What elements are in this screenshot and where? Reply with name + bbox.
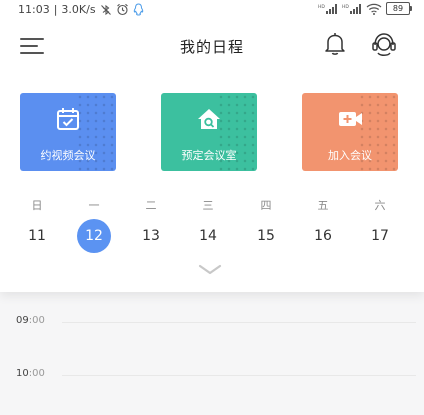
status-bar: 11:03 | 3.0K/s HD HD 89: [0, 0, 424, 20]
qq-icon: [133, 3, 143, 16]
status-left: 11:03 | 3.0K/s: [18, 3, 144, 16]
date-cell[interactable]: 12: [77, 219, 111, 253]
chevron-down-icon[interactable]: [197, 263, 223, 277]
date-cell[interactable]: 14: [191, 219, 225, 253]
date-cell[interactable]: 11: [20, 219, 54, 253]
time-divider: [62, 375, 416, 376]
video-add-icon: [339, 112, 362, 126]
book-room-button[interactable]: 预定会议室: [161, 93, 257, 171]
signal-icon: HD: [318, 3, 337, 14]
status-separator: |: [53, 3, 58, 16]
video-meeting-button[interactable]: 约视频会议: [20, 93, 116, 171]
weekday-label: 一: [88, 199, 100, 212]
svg-text:HD: HD: [342, 4, 349, 10]
schedule-top-card: 11:03 | 3.0K/s HD HD 89 我的日程 约视频会议 预定会议室…: [0, 0, 424, 292]
battery-level: 89: [392, 4, 404, 13]
time-hour: 09: [16, 315, 29, 326]
tile-label: 预定会议室: [181, 149, 237, 162]
join-meeting-button[interactable]: 加入会议: [302, 93, 398, 171]
time-minutes: :00: [28, 368, 45, 379]
weekday-label: 六: [374, 199, 386, 212]
calendar-check-icon: [57, 108, 79, 130]
time-hour: 10: [16, 368, 29, 379]
date-cell[interactable]: 15: [249, 219, 283, 253]
time-divider: [62, 322, 416, 323]
date-cell[interactable]: 17: [363, 219, 397, 253]
time-label: 09:00: [16, 315, 45, 326]
bell-icon[interactable]: [322, 31, 348, 57]
signal-icon: HD: [342, 3, 361, 14]
svg-text:HD: HD: [318, 4, 325, 10]
customer-service-icon[interactable]: [370, 31, 398, 59]
status-right: HD HD 89: [318, 2, 412, 15]
wifi-icon: [366, 3, 382, 15]
weekday-label: 四: [260, 199, 272, 212]
weekday-label: 五: [317, 199, 329, 212]
network-speed: 3.0K/s: [61, 3, 96, 16]
alarm-icon: [116, 3, 128, 16]
time-minutes: :00: [28, 315, 45, 326]
bluetooth-off-icon: [100, 4, 111, 15]
date-cell[interactable]: 13: [134, 219, 168, 253]
weekday-label: 二: [145, 199, 157, 212]
status-time: 11:03: [18, 3, 50, 16]
time-label: 10:00: [16, 368, 45, 379]
battery-icon: 89: [386, 2, 412, 15]
header: 我的日程: [0, 26, 424, 66]
weekday-label: 日: [31, 199, 43, 212]
date-cell[interactable]: 16: [306, 219, 340, 253]
house-search-icon: [198, 109, 220, 129]
weekday-label: 三: [202, 199, 214, 212]
tile-label: 加入会议: [328, 149, 372, 162]
page-title: 我的日程: [179, 38, 244, 56]
tile-label: 约视频会议: [40, 149, 96, 162]
